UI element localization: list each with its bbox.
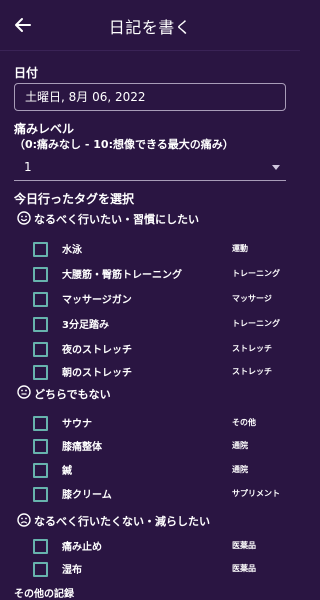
pain-level-select[interactable]: 1 [14,153,286,181]
tag-row[interactable]: 痛み止め 医薬品 [0,535,300,559]
tag-row[interactable]: 3分足踏み トレーニング [0,313,300,337]
date-value: 土曜日, 8月 06, 2022 [25,90,146,104]
tag-checkbox[interactable] [33,487,48,502]
tag-row[interactable]: 夜のストレッチ ストレッチ [0,338,300,362]
chevron-down-icon [272,165,280,170]
group-label-neutral: どちらでもない [34,388,111,401]
tag-name: 痛み止め [62,542,102,553]
page-title: 日記を書く [108,18,192,37]
tag-checkbox[interactable] [33,439,48,454]
tag-category: トレーニング [232,319,280,328]
tag-name: マッサージガン [62,295,132,306]
group-label-avoid: なるべく行いたくない・減らしたい [34,515,210,528]
tag-row[interactable]: 朝のストレッチ ストレッチ [0,361,300,385]
tag-category: 医薬品 [232,564,256,573]
tag-row[interactable]: 膝クリーム サプリメント [0,483,300,507]
tag-category: 医薬品 [232,541,256,550]
tag-category: サプリメント [232,489,280,498]
tag-checkbox[interactable] [33,342,48,357]
pain-level-label: 痛みレベル [14,122,75,136]
tag-checkbox[interactable] [33,463,48,478]
tag-checkbox[interactable] [33,562,48,577]
tag-category: 通院 [232,465,248,474]
tag-checkbox[interactable] [33,292,48,307]
other-records-label: その他の記録 [14,589,74,600]
app-bar: 日記を書く [0,0,300,51]
tag-name: 膝痛整体 [62,442,102,453]
tag-row[interactable]: 水泳 運動 [0,238,300,262]
tag-category: その他 [232,418,256,427]
tag-row[interactable]: 大腰筋・臀筋トレーニング トレーニング [0,263,300,287]
pain-level-value: 1 [24,160,32,174]
tag-name: 夜のストレッチ [62,345,132,356]
smile-icon [17,211,31,225]
tag-name: 水泳 [62,245,82,256]
frown-icon [17,513,31,527]
group-label-want: なるべく行いたい・習慣にしたい [34,213,199,226]
tag-row[interactable]: 湿布 医薬品 [0,558,300,582]
tag-category: 運動 [232,244,248,253]
tag-checkbox[interactable] [33,539,48,554]
tag-name: 大腰筋・臀筋トレーニング [62,270,182,281]
tag-checkbox[interactable] [33,242,48,257]
tag-name: 3分足踏み [62,320,109,331]
tag-category: 通院 [232,441,248,450]
tag-name: 膝クリーム [62,490,112,501]
tag-category: ストレッチ [232,344,272,353]
date-field[interactable]: 土曜日, 8月 06, 2022 [14,83,286,111]
tag-name: 湿布 [62,565,82,576]
tag-checkbox[interactable] [33,317,48,332]
tag-category: トレーニング [232,269,280,278]
tag-name: 朝のストレッチ [62,368,132,379]
tag-name: 鍼 [62,466,72,477]
tag-row[interactable]: サウナ その他 [0,412,300,436]
tag-name: サウナ [62,419,92,430]
date-label: 日付 [14,66,39,80]
tags-label: 今日行ったタグを選択 [14,192,135,206]
tag-row[interactable]: 膝痛整体 通院 [0,435,300,459]
tag-checkbox[interactable] [33,267,48,282]
tag-checkbox[interactable] [33,365,48,380]
tag-category: ストレッチ [232,367,272,376]
tag-row[interactable]: マッサージガン マッサージ [0,288,300,312]
tag-category: マッサージ [232,294,272,303]
tag-row[interactable]: 鍼 通院 [0,459,300,483]
neutral-face-icon [17,385,31,399]
pain-level-hint: （0:痛みなし - 10:想像できる最大の痛み） [14,138,234,151]
tag-checkbox[interactable] [33,416,48,431]
